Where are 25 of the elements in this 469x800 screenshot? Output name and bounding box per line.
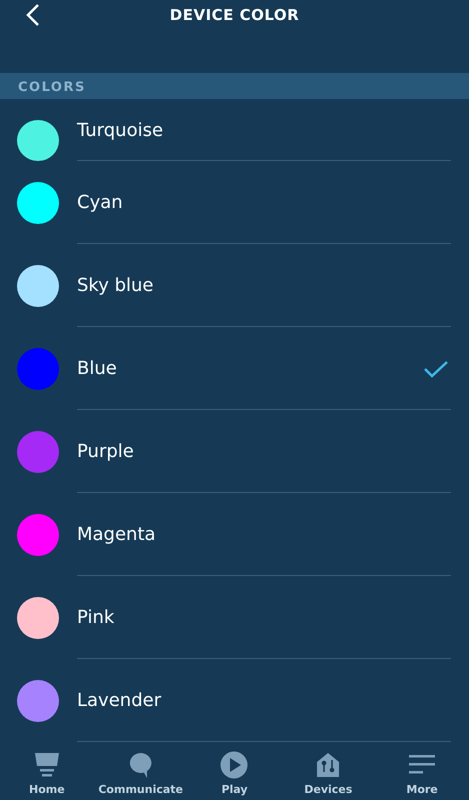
section-label: COLORS [18,79,86,97]
color-option[interactable]: Pink [0,576,469,659]
color-name: Blue [77,358,118,379]
nav-tab[interactable]: Communicate [96,751,186,796]
screen-title: DEVICE COLOR [170,6,300,26]
nav-tab[interactable]: Home [2,751,92,796]
color-option[interactable]: Blue [0,327,469,410]
color-name: Turquoise [77,120,164,141]
color-name: Sky blue [77,275,154,296]
color-option[interactable]: Magenta [0,493,469,576]
nav-tab[interactable]: More [377,751,468,796]
nav-tab[interactable]: Devices [283,751,374,796]
color-name: Magenta [77,524,157,545]
color-option[interactable]: Cyan [0,161,469,244]
color-name: Lavender [77,690,162,711]
color-option[interactable]: Sky blue [0,244,469,327]
color-name: Pink [77,607,116,628]
color-option[interactable]: Purple [0,410,469,493]
check-icon [423,358,449,378]
color-option[interactable]: Lavender [0,659,469,742]
color-name: Purple [77,441,135,462]
play-icon [219,751,250,779]
color-option[interactable]: Turquoise [0,99,469,161]
color-name: Cyan [77,192,124,213]
nav-tab[interactable]: Play [189,751,280,796]
